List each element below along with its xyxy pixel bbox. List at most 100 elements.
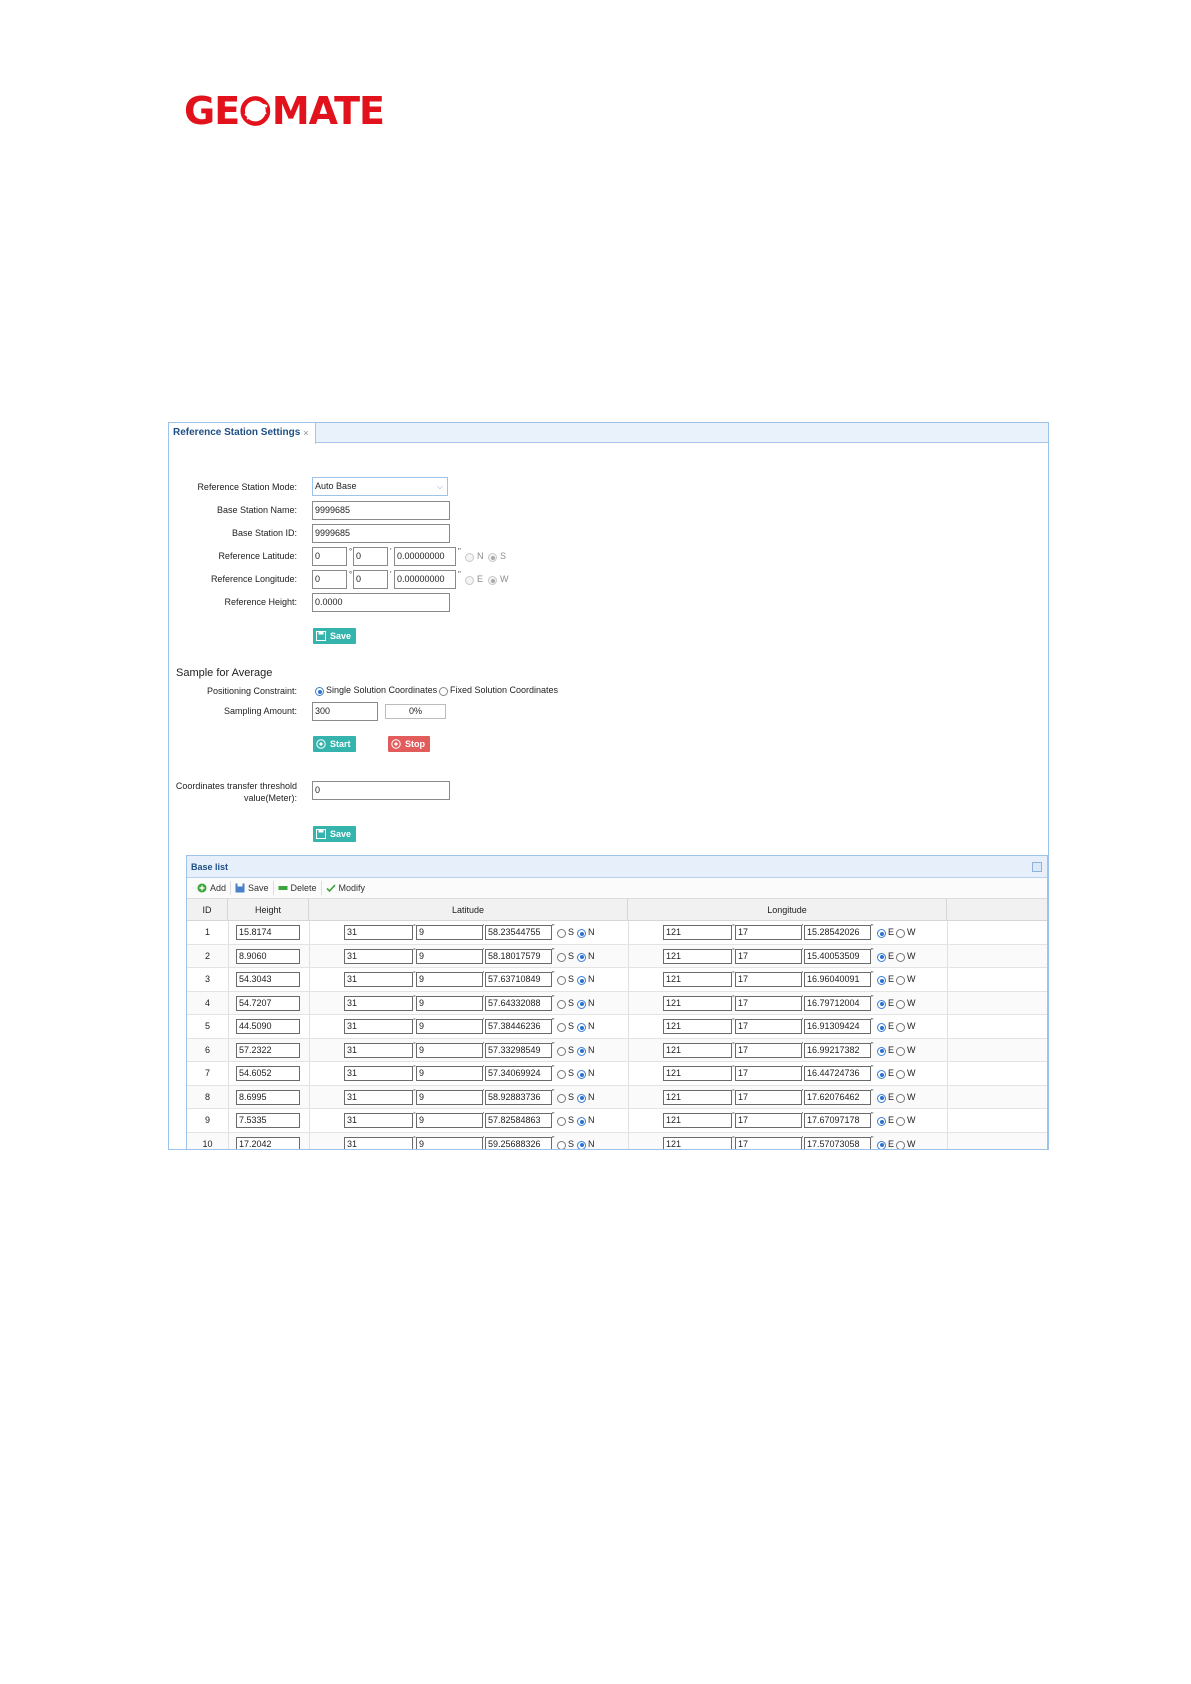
- station-name-input[interactable]: 9999685: [312, 501, 450, 520]
- row-lat-s-radio[interactable]: [557, 929, 566, 938]
- row-lat-degree-input[interactable]: 31: [344, 1113, 413, 1128]
- start-button[interactable]: Start: [313, 736, 356, 752]
- tab-reference-station-settings[interactable]: Reference Station Settings ×: [169, 423, 316, 444]
- row-lon-second-input[interactable]: 17.62076462: [804, 1089, 871, 1105]
- row-lon-degree-input[interactable]: 121: [663, 1113, 732, 1128]
- row-height-input[interactable]: 44.5090: [236, 1019, 300, 1034]
- latitude-second-input[interactable]: 0.00000000: [394, 547, 456, 566]
- row-lat-degree-input[interactable]: 31: [344, 948, 413, 964]
- row-lat-degree-input[interactable]: 31: [344, 1089, 413, 1105]
- row-lat-minute-input[interactable]: 9: [416, 1019, 483, 1034]
- row-lon-minute-input[interactable]: 17: [735, 1136, 802, 1149]
- row-lat-degree-input[interactable]: 31: [344, 995, 413, 1011]
- row-lat-s-radio[interactable]: [557, 1046, 566, 1056]
- row-lat-s-radio[interactable]: [557, 976, 566, 985]
- row-lon-w-radio[interactable]: [896, 1046, 905, 1056]
- row-lon-minute-input[interactable]: 17: [735, 995, 802, 1011]
- row-lon-e-radio[interactable]: [877, 976, 886, 985]
- fixed-solution-radio[interactable]: [439, 687, 448, 696]
- row-lat-n-radio[interactable]: [577, 1093, 586, 1103]
- row-lon-minute-input[interactable]: 17: [735, 972, 802, 987]
- row-lat-n-radio[interactable]: [577, 999, 586, 1009]
- row-lon-degree-input[interactable]: 121: [663, 995, 732, 1011]
- height-input[interactable]: 0.0000: [312, 593, 450, 612]
- row-lon-e-radio[interactable]: [877, 1117, 886, 1126]
- row-lat-minute-input[interactable]: 9: [416, 948, 483, 964]
- row-lon-degree-input[interactable]: 121: [663, 972, 732, 987]
- row-lon-e-radio[interactable]: [877, 952, 886, 962]
- row-lon-w-radio[interactable]: [896, 1093, 905, 1103]
- longitude-second-input[interactable]: 0.00000000: [394, 570, 456, 589]
- row-lat-s-radio[interactable]: [557, 1093, 566, 1103]
- row-height-input[interactable]: 54.6052: [236, 1066, 300, 1081]
- row-lon-e-radio[interactable]: [877, 929, 886, 938]
- row-height-input[interactable]: 15.8174: [236, 925, 300, 940]
- threshold-input[interactable]: 0: [312, 781, 450, 800]
- row-lat-n-radio[interactable]: [577, 1070, 586, 1079]
- latitude-degree-input[interactable]: 0: [312, 547, 347, 566]
- row-lat-degree-input[interactable]: 31: [344, 1042, 413, 1058]
- threshold-save-button[interactable]: Save: [313, 826, 357, 842]
- row-lat-degree-input[interactable]: 31: [344, 1019, 413, 1034]
- row-lon-degree-input[interactable]: 121: [663, 1136, 732, 1149]
- longitude-degree-input[interactable]: 0: [312, 570, 347, 589]
- row-lon-e-radio[interactable]: [877, 999, 886, 1009]
- station-id-input[interactable]: 9999685: [312, 524, 450, 543]
- row-lat-n-radio[interactable]: [577, 952, 586, 962]
- row-lat-s-radio[interactable]: [557, 1070, 566, 1079]
- row-lat-minute-input[interactable]: 9: [416, 995, 483, 1011]
- longitude-w-radio[interactable]: [488, 576, 497, 585]
- delete-button[interactable]: Delete: [274, 881, 322, 895]
- row-lat-second-input[interactable]: 57.38446236: [485, 1019, 552, 1034]
- row-lat-minute-input[interactable]: 9: [416, 972, 483, 987]
- row-lat-n-radio[interactable]: [577, 1023, 586, 1032]
- row-lon-w-radio[interactable]: [896, 952, 905, 962]
- latitude-minute-input[interactable]: 0: [353, 547, 388, 566]
- row-lon-w-radio[interactable]: [896, 1070, 905, 1079]
- row-lat-minute-input[interactable]: 9: [416, 1042, 483, 1058]
- row-lat-second-input[interactable]: 58.92883736: [485, 1089, 552, 1105]
- row-lat-second-input[interactable]: 57.82584863: [485, 1113, 552, 1128]
- row-lon-e-radio[interactable]: [877, 1093, 886, 1103]
- row-lon-minute-input[interactable]: 17: [735, 925, 802, 940]
- row-lon-e-radio[interactable]: [877, 1140, 886, 1149]
- row-lon-minute-input[interactable]: 17: [735, 1042, 802, 1058]
- save-button[interactable]: Save: [313, 628, 357, 644]
- row-lat-s-radio[interactable]: [557, 999, 566, 1009]
- row-lon-second-input[interactable]: 16.44724736: [804, 1066, 871, 1081]
- row-lon-w-radio[interactable]: [896, 999, 905, 1009]
- row-lon-minute-input[interactable]: 17: [735, 1089, 802, 1105]
- stop-button[interactable]: Stop: [388, 736, 430, 752]
- row-lat-n-radio[interactable]: [577, 976, 586, 985]
- row-lon-degree-input[interactable]: 121: [663, 1089, 732, 1105]
- longitude-e-radio[interactable]: [465, 576, 474, 585]
- row-lat-degree-input[interactable]: 31: [344, 972, 413, 987]
- row-lon-degree-input[interactable]: 121: [663, 948, 732, 964]
- row-lon-second-input[interactable]: 16.96040091: [804, 972, 871, 987]
- row-lat-second-input[interactable]: 57.64332088: [485, 995, 552, 1011]
- row-lon-minute-input[interactable]: 17: [735, 1019, 802, 1034]
- row-lat-n-radio[interactable]: [577, 1046, 586, 1056]
- collapse-icon[interactable]: [1032, 862, 1042, 872]
- row-height-input[interactable]: 57.2322: [236, 1042, 300, 1058]
- row-lon-degree-input[interactable]: 121: [663, 1042, 732, 1058]
- row-lon-e-radio[interactable]: [877, 1046, 886, 1056]
- row-lat-second-input[interactable]: 59.25688326: [485, 1136, 552, 1149]
- mode-select[interactable]: Auto Base ⌵: [312, 477, 448, 496]
- row-lon-minute-input[interactable]: 17: [735, 1113, 802, 1128]
- row-lat-s-radio[interactable]: [557, 952, 566, 962]
- list-save-button[interactable]: Save: [231, 881, 274, 895]
- row-lat-degree-input[interactable]: 31: [344, 1136, 413, 1149]
- row-lat-degree-input[interactable]: 31: [344, 925, 413, 940]
- row-height-input[interactable]: 8.9060: [236, 948, 300, 964]
- row-lon-w-radio[interactable]: [896, 976, 905, 985]
- row-lat-s-radio[interactable]: [557, 1117, 566, 1126]
- row-height-input[interactable]: 17.2042: [236, 1136, 300, 1149]
- row-lat-minute-input[interactable]: 9: [416, 1136, 483, 1149]
- row-lon-second-input[interactable]: 16.99217382: [804, 1042, 871, 1058]
- row-height-input[interactable]: 7.5335: [236, 1113, 300, 1128]
- row-lon-degree-input[interactable]: 121: [663, 925, 732, 940]
- row-lat-n-radio[interactable]: [577, 1117, 586, 1126]
- row-lon-w-radio[interactable]: [896, 1140, 905, 1149]
- row-lat-second-input[interactable]: 57.33298549: [485, 1042, 552, 1058]
